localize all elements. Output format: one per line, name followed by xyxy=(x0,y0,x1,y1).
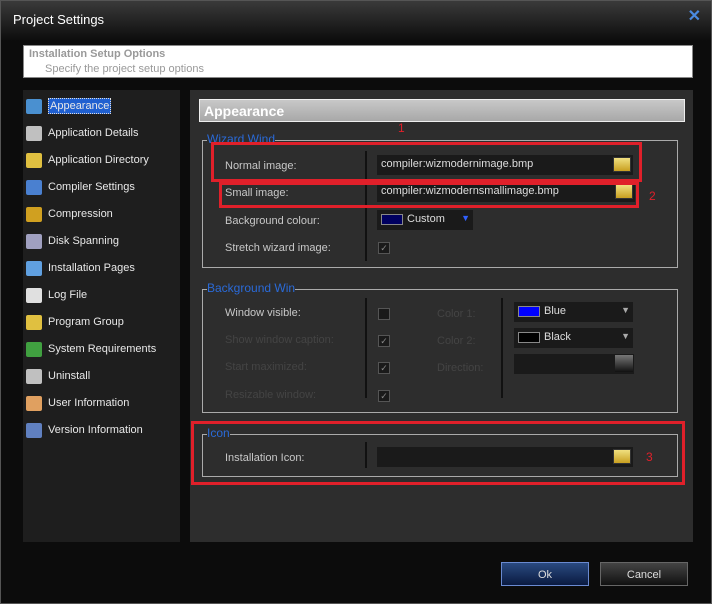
sidebar-item-appearance[interactable]: Appearance xyxy=(26,97,112,115)
color2-label: Color 2: xyxy=(437,335,476,347)
info-icon xyxy=(26,422,42,438)
sidebar-item-label: Application Details xyxy=(48,127,139,139)
color-swatch xyxy=(518,331,540,343)
application-details-icon xyxy=(26,125,42,141)
header-subtitle: Specify the project setup options xyxy=(45,63,204,75)
annotation-number: 1 xyxy=(398,121,405,135)
separator xyxy=(365,298,367,398)
sidebar-item-label: Log File xyxy=(48,289,88,301)
chevron-down-icon: ▼ xyxy=(621,331,630,341)
resizable-checkbox[interactable]: ✓ xyxy=(378,390,390,402)
color2-value: Black xyxy=(544,331,571,343)
header-title: Installation Setup Options xyxy=(29,48,166,60)
resizable-label: Resizable window: xyxy=(225,389,317,401)
color-swatch xyxy=(518,305,540,317)
annotation-number: 2 xyxy=(649,189,656,203)
show-caption-checkbox[interactable]: ✓ xyxy=(378,335,390,347)
color1-value: Blue xyxy=(544,305,567,317)
disk-icon xyxy=(26,233,42,249)
sidebar-item-label: Installation Pages xyxy=(48,262,135,274)
log-file-icon xyxy=(26,287,42,303)
uninstall-icon xyxy=(26,368,42,384)
annotation-box-2 xyxy=(219,182,639,208)
sidebar-item-label: Application Directory xyxy=(48,154,149,166)
sidebar-item-compression[interactable]: Compression xyxy=(26,205,113,223)
sidebar-item-label: Uninstall xyxy=(48,370,91,382)
group-label: Background Win xyxy=(207,281,296,295)
sidebar-item-application-details[interactable]: Application Details xyxy=(26,124,139,142)
direction-select[interactable] xyxy=(514,354,634,374)
show-caption-label: Show window caption: xyxy=(225,334,334,346)
sidebar-item-label: System Requirements xyxy=(48,343,157,355)
ok-button[interactable]: Ok xyxy=(501,562,589,586)
annotation-number: 3 xyxy=(646,450,653,464)
window-visible-label: Window visible: xyxy=(225,307,301,319)
background-colour-select[interactable]: Custom ▼ xyxy=(377,210,473,230)
window-visible-checkbox[interactable] xyxy=(378,308,390,320)
annotation-box-3 xyxy=(191,421,685,485)
chevron-down-icon: ▼ xyxy=(621,305,630,315)
separator xyxy=(501,298,503,398)
sidebar-item-application-directory[interactable]: Application Directory xyxy=(26,151,149,169)
sidebar-item-version-information[interactable]: Version Information xyxy=(26,421,143,439)
pages-icon xyxy=(26,260,42,276)
sidebar-item-disk-spanning[interactable]: Disk Spanning xyxy=(26,232,119,250)
sidebar-item-program-group[interactable]: Program Group xyxy=(26,313,124,331)
sidebar-item-uninstall[interactable]: Uninstall xyxy=(26,367,90,385)
sidebar-item-label: User Information xyxy=(48,397,130,409)
color1-select[interactable]: Blue ▼ xyxy=(514,302,633,322)
header-banner: Installation Setup Options Specify the p… xyxy=(23,45,693,78)
cancel-button[interactable]: Cancel xyxy=(600,562,688,586)
sidebar-item-compiler-settings[interactable]: Compiler Settings xyxy=(26,178,135,196)
sidebar-item-label: Program Group xyxy=(48,316,124,328)
close-icon[interactable]: ✕ xyxy=(688,6,701,26)
dropdown-button[interactable] xyxy=(615,355,633,372)
user-icon xyxy=(26,395,42,411)
annotation-box-1 xyxy=(211,142,642,182)
color-swatch xyxy=(381,213,403,225)
window-title: Project Settings xyxy=(13,12,105,27)
background-window-group: Background Win Window visible: Show wind… xyxy=(202,282,678,413)
sidebar-item-installation-pages[interactable]: Installation Pages xyxy=(26,259,135,277)
sidebar-item-label: Disk Spanning xyxy=(48,235,119,247)
sidebar-item-system-requirements[interactable]: System Requirements xyxy=(26,340,156,358)
project-settings-window: Project Settings ✕ Installation Setup Op… xyxy=(0,0,712,604)
stretch-label: Stretch wizard image: xyxy=(225,242,331,254)
appearance-icon xyxy=(26,98,42,114)
windows-icon xyxy=(26,341,42,357)
stretch-checkbox[interactable]: ✓ xyxy=(378,242,390,254)
start-maximized-label: Start maximized: xyxy=(225,361,307,373)
compiler-icon xyxy=(26,179,42,195)
color2-select[interactable]: Black ▼ xyxy=(514,328,633,348)
program-group-icon xyxy=(26,314,42,330)
sidebar-item-user-information[interactable]: User Information xyxy=(26,394,129,412)
panel-title: Appearance xyxy=(199,99,685,122)
folder-icon xyxy=(26,152,42,168)
chevron-down-icon: ▼ xyxy=(461,213,470,223)
compression-icon xyxy=(26,206,42,222)
background-colour-value: Custom xyxy=(407,213,445,225)
direction-label: Direction: xyxy=(437,362,484,374)
start-maximized-checkbox[interactable]: ✓ xyxy=(378,362,390,374)
sidebar-item-label: Compression xyxy=(48,208,113,220)
sidebar-item-log-file[interactable]: Log File xyxy=(26,286,87,304)
sidebar-item-label: Appearance xyxy=(48,98,112,114)
sidebar-item-label: Compiler Settings xyxy=(48,181,135,193)
color1-label: Color 1: xyxy=(437,308,476,320)
background-colour-label: Background colour: xyxy=(225,215,320,227)
sidebar-item-label: Version Information xyxy=(48,424,143,436)
sidebar: Appearance Application Details Application… xyxy=(23,90,180,542)
